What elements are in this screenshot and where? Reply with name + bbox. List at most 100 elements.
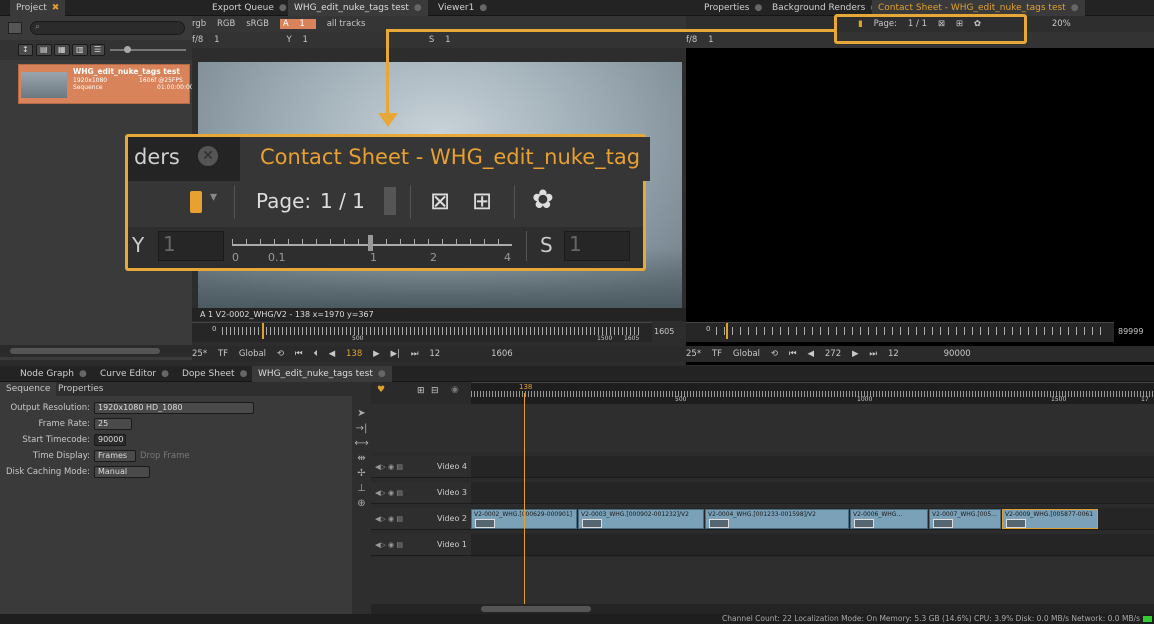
tab-sequence[interactable]: Sequence: [0, 382, 57, 396]
close-icon[interactable]: ●: [378, 369, 386, 379]
close-icon[interactable]: ●: [414, 3, 422, 13]
close-icon[interactable]: ●: [240, 369, 248, 379]
close-icon[interactable]: ●: [279, 3, 287, 13]
contact-ruler[interactable]: 0: [686, 322, 1114, 342]
last-frame-icon[interactable]: ⏭: [869, 349, 877, 359]
saturation-value[interactable]: 1: [445, 35, 450, 45]
clip[interactable]: V2-0003_WHG.[000902-001232]/V2: [578, 509, 704, 529]
last-frame-icon[interactable]: ⏭: [411, 349, 419, 359]
track-a-button[interactable]: A 1: [279, 19, 316, 29]
view-grid-icon[interactable]: [8, 22, 22, 34]
thumb-view-button[interactable]: ▦: [54, 44, 70, 56]
track-video1-lane[interactable]: [471, 534, 1154, 556]
play-icon[interactable]: ▶: [852, 349, 859, 359]
drop-frame-checkbox[interactable]: Drop Frame: [140, 448, 190, 464]
zoom-value[interactable]: 20%: [1052, 19, 1071, 29]
timeline-scrollbar[interactable]: [371, 604, 1154, 614]
clip[interactable]: V2-0006_WHG...: [850, 509, 928, 529]
tf-dropdown[interactable]: TF: [712, 349, 722, 359]
tf-dropdown[interactable]: TF: [218, 349, 228, 359]
track-controls-icon[interactable]: ◀▷ ◉ ▤: [375, 508, 403, 530]
start-timecode-field[interactable]: 90000: [94, 434, 126, 446]
project-scrollbar[interactable]: [0, 345, 192, 357]
project-item-sequence[interactable]: WHG_edit_nuke_tags test 1920x1080 1606f …: [18, 64, 194, 104]
track-controls-icon[interactable]: ◀▷ ◉ ▤: [375, 534, 403, 556]
sort-button[interactable]: ↕: [18, 44, 33, 56]
multi-select-icon[interactable]: ⇹: [352, 453, 371, 464]
track-video3-header[interactable]: ◀▷ ◉ ▤ Video 3: [371, 482, 471, 504]
viewer-ruler[interactable]: 0 500 1500 1605: [192, 322, 652, 342]
tab-export-queue[interactable]: Export Queue ●: [206, 0, 293, 16]
tab-seq-properties[interactable]: Properties: [58, 382, 103, 396]
zoom-tool-icon[interactable]: ⊕: [352, 498, 371, 509]
close-icon[interactable]: ✖: [52, 3, 60, 13]
close-icon[interactable]: ●: [754, 3, 762, 13]
time-display-dropdown[interactable]: Frames: [94, 450, 136, 462]
disk-caching-dropdown[interactable]: Manual: [94, 466, 150, 478]
output-resolution-dropdown[interactable]: 1920x1080 HD_1080: [94, 402, 254, 414]
end-field[interactable]: 90000: [944, 349, 971, 359]
close-icon[interactable]: ●: [479, 3, 487, 13]
select-tool-icon[interactable]: ➤: [352, 408, 371, 419]
gain-value[interactable]: 1: [708, 35, 713, 45]
scroll-thumb[interactable]: [481, 606, 591, 612]
first-frame-icon[interactable]: ⏮: [295, 349, 303, 359]
track-video1-header[interactable]: ◀▷ ◉ ▤ Video 1: [371, 534, 471, 556]
step-back-icon[interactable]: ◀: [807, 349, 814, 359]
frame-rate-dropdown[interactable]: 25: [94, 418, 132, 430]
tab-node-graph[interactable]: Node Graph ●: [14, 366, 93, 382]
tab-curve-editor[interactable]: Curve Editor ●: [94, 366, 175, 382]
clip-selected[interactable]: V2-0009_WHG.[005877-0061: [1002, 509, 1098, 529]
slip-tool-icon[interactable]: ⟷: [352, 438, 371, 449]
menu-button[interactable]: ☰: [90, 44, 106, 56]
frame-field[interactable]: 138: [346, 349, 362, 359]
snap-grid-icon[interactable]: ⊞: [417, 386, 425, 396]
track-video4-header[interactable]: ◀▷ ◉ ▤ Video 4: [371, 456, 471, 478]
prev-key-icon[interactable]: ⏴: [313, 349, 317, 359]
rgb-dropdown[interactable]: rgb: [192, 19, 206, 29]
playhead-icon[interactable]: ♥: [377, 385, 385, 395]
close-icon[interactable]: ●: [1071, 3, 1079, 13]
track-video3-lane[interactable]: [471, 482, 1154, 504]
thumb-toggle-icon[interactable]: ⊟: [431, 386, 439, 396]
detail-view-button[interactable]: ▥: [72, 44, 88, 56]
disk-icon[interactable]: ◉: [451, 385, 459, 395]
track-video2-lane[interactable]: V2-0002_WHG.[000629-000901] V2-0003_WHG.…: [471, 508, 1154, 530]
play-icon[interactable]: ▶: [373, 349, 380, 359]
playhead[interactable]: [262, 323, 264, 339]
track-controls-icon[interactable]: ◀▷ ◉ ▤: [375, 456, 403, 478]
thumb-size-slider[interactable]: [110, 46, 186, 53]
gamma-value[interactable]: 1: [303, 35, 308, 45]
first-frame-icon[interactable]: ⏮: [789, 349, 797, 359]
tab-sequence-viewer[interactable]: WHG_edit_nuke_tags test ●: [288, 0, 428, 16]
track-video2-header[interactable]: ◀▷ ◉ ▤ Video 2: [371, 508, 471, 530]
list-view-button[interactable]: ▤: [36, 44, 52, 56]
frame-field[interactable]: 272: [825, 349, 841, 359]
tab-properties[interactable]: Properties ●: [698, 0, 768, 16]
track-video4-lane[interactable]: [471, 456, 1154, 478]
global-dropdown[interactable]: Global: [733, 349, 760, 359]
global-dropdown[interactable]: Global: [239, 349, 266, 359]
fps-dropdown[interactable]: 25*: [192, 349, 207, 359]
close-icon[interactable]: ●: [161, 369, 169, 379]
step-fwd-icon[interactable]: ▶|: [391, 349, 400, 359]
channel-dropdown[interactable]: RGB: [217, 19, 235, 29]
close-icon[interactable]: ●: [79, 369, 87, 379]
fstop-value[interactable]: f/8: [686, 35, 697, 45]
blade-tool-icon[interactable]: ✢: [352, 468, 371, 479]
playhead[interactable]: [726, 323, 728, 339]
tab-viewer1[interactable]: Viewer1 ●: [432, 0, 493, 16]
loop-icon[interactable]: ⟲: [771, 349, 778, 359]
track-select-icon[interactable]: →|: [352, 423, 371, 434]
end-field[interactable]: 1606: [491, 349, 513, 359]
timeline-ruler[interactable]: 500 1000 1500 17 138: [471, 382, 1154, 404]
gain-value[interactable]: 1: [214, 35, 219, 45]
slider-handle[interactable]: [124, 46, 131, 53]
tab-timeline[interactable]: WHG_edit_nuke_tags test ●: [252, 366, 392, 382]
tab-dope-sheet[interactable]: Dope Sheet ●: [176, 366, 253, 382]
skip-field[interactable]: 12: [429, 349, 440, 359]
fps-dropdown[interactable]: 25*: [686, 349, 701, 359]
clip[interactable]: V2-0004_WHG.[001233-001598]/V2: [705, 509, 849, 529]
step-back-icon[interactable]: ◀: [329, 349, 336, 359]
track-controls-icon[interactable]: ◀▷ ◉ ▤: [375, 482, 403, 504]
